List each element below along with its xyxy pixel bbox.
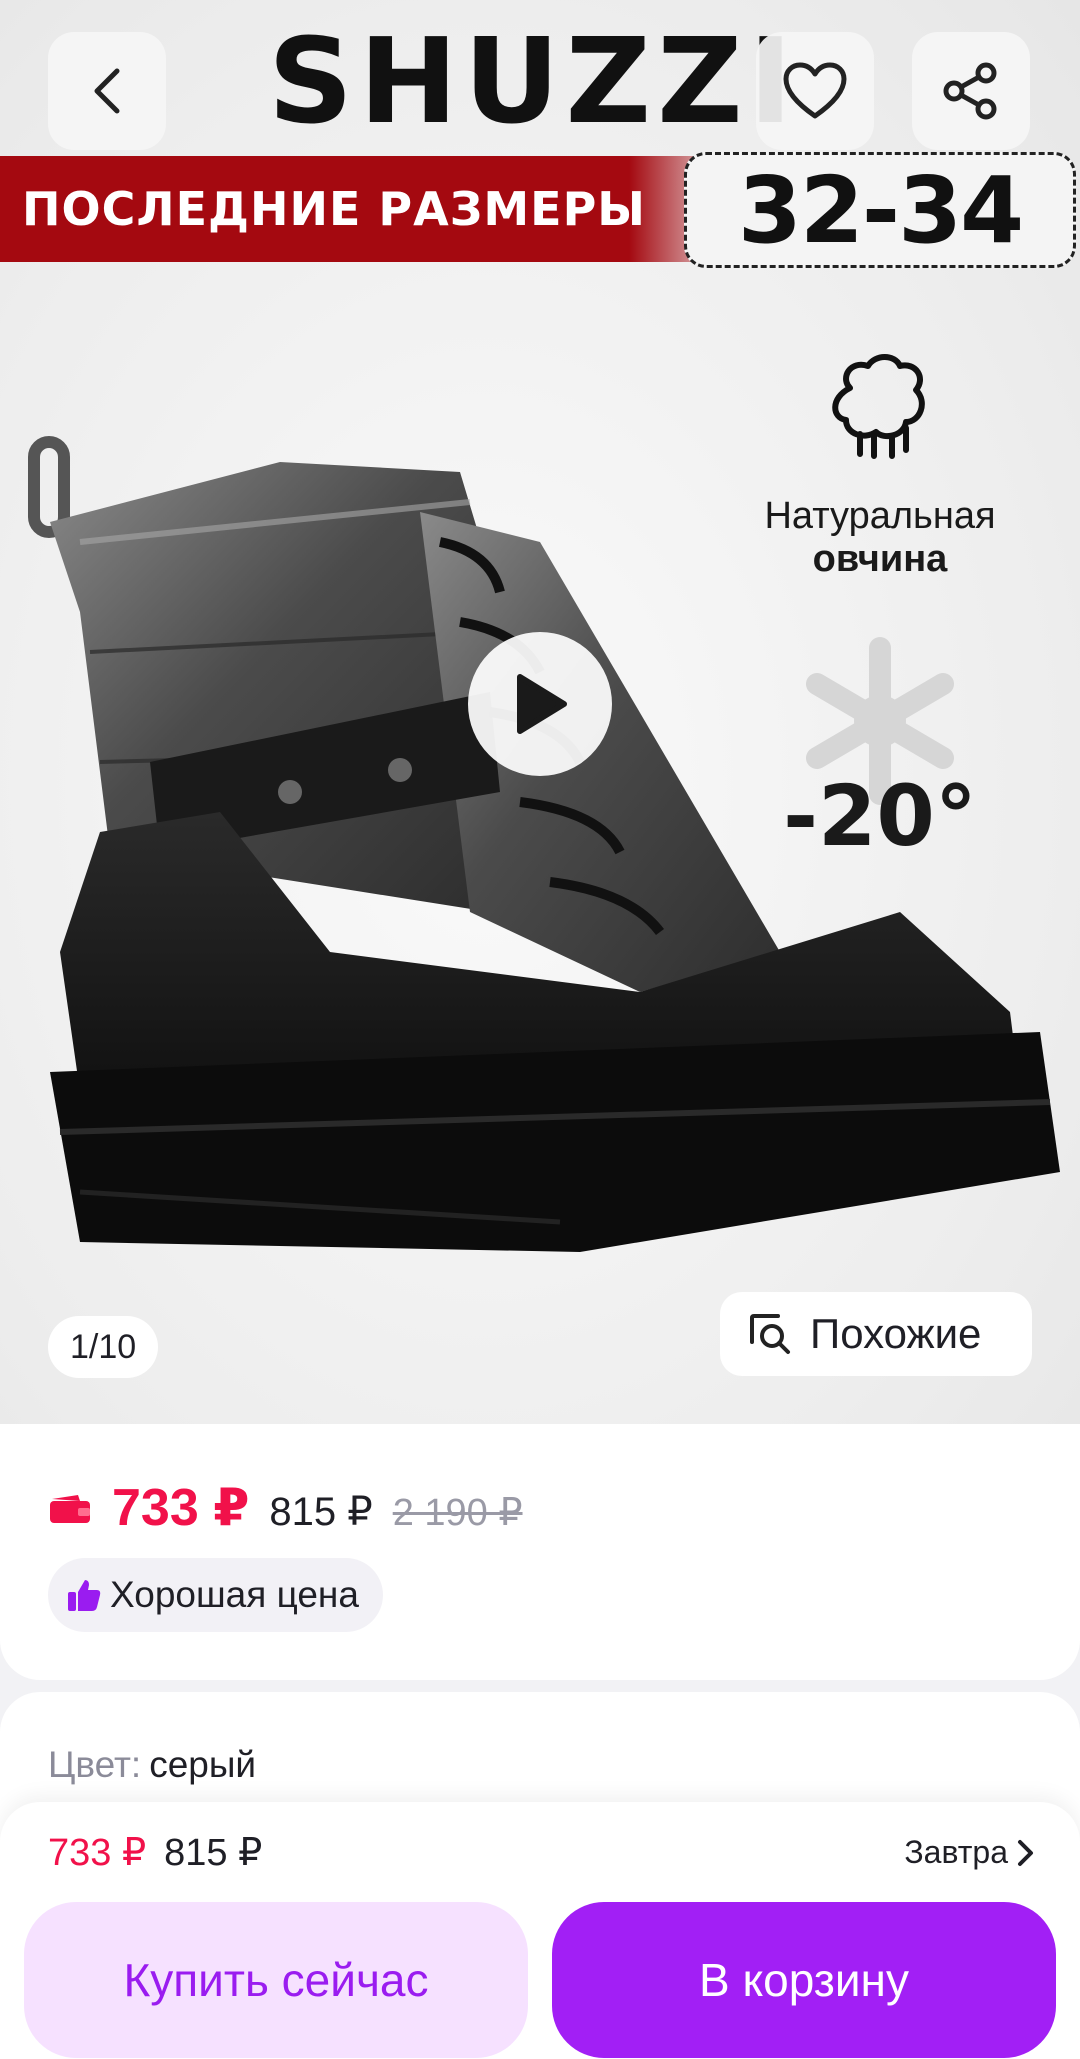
bar-prices: 733 ₽ 815 ₽ <box>48 1830 262 1875</box>
feature-line1: Натуральная <box>764 495 996 537</box>
favorite-button[interactable] <box>756 32 874 150</box>
add-to-cart-label: В корзину <box>699 1954 909 2006</box>
heart-icon <box>783 62 847 119</box>
size-range: 32-34 <box>737 156 1024 264</box>
size-range-badge: 32-34 <box>684 152 1076 268</box>
temperature-label: -20° <box>783 767 977 865</box>
back-button[interactable] <box>48 32 166 150</box>
price-card: 733 ₽ 815 ₽ 2 190 ₽ Хорошая цена <box>0 1424 1080 1680</box>
good-price-badge[interactable]: Хорошая цена <box>48 1558 383 1632</box>
play-video-button[interactable] <box>468 632 612 776</box>
color-value: серый <box>149 1744 257 1785</box>
current-price: 733 ₽ <box>112 1479 250 1537</box>
bar-second-price: 815 ₽ <box>164 1832 263 1874</box>
last-sizes-banner: ПОСЛЕДНИЕ РАЗМЕРЫ <box>0 156 740 262</box>
chevron-right-icon <box>1018 1839 1033 1866</box>
delivery-link[interactable]: Завтра <box>904 1834 1036 1871</box>
thumbs-up-icon <box>68 1580 101 1611</box>
feature-sheepskin: Натуральная овчина <box>720 348 1040 581</box>
image-search-icon <box>750 1314 790 1354</box>
color-row: Цвет: серый <box>48 1744 256 1786</box>
brand-logo: SHUZZI <box>268 12 799 150</box>
buy-now-button[interactable]: Купить сейчас <box>24 1902 528 2058</box>
share-icon <box>943 62 997 120</box>
share-button[interactable] <box>912 32 1030 150</box>
delivery-label: Завтра <box>904 1834 1008 1870</box>
image-counter: 1/10 <box>48 1316 159 1378</box>
back-arrow-icon <box>94 68 120 114</box>
image-counter-label: 1/10 <box>70 1327 137 1366</box>
buy-now-label: Купить сейчас <box>123 1954 429 2006</box>
feature-line2: овчина <box>812 538 948 580</box>
similar-label: Похожие <box>810 1310 982 1357</box>
color-label: Цвет: <box>48 1744 142 1785</box>
price-without-wallet: 815 ₽ <box>269 1490 373 1534</box>
banner-text: ПОСЛЕДНИЕ РАЗМЕРЫ <box>22 182 646 236</box>
add-to-cart-button[interactable]: В корзину <box>552 1902 1056 2058</box>
purchase-bar: 733 ₽ 815 ₽ Завтра Купить сейчас В корзи… <box>0 1802 1080 2059</box>
feature-temperature: -20° <box>720 636 1040 865</box>
price-row: 733 ₽ 815 ₽ 2 190 ₽ <box>48 1478 523 1538</box>
old-price: 2 190 ₽ <box>392 1492 523 1534</box>
play-icon <box>517 674 567 734</box>
good-price-label: Хорошая цена <box>110 1574 359 1615</box>
product-gallery[interactable]: SHUZZI ПОСЛЕДНИЕ РАЗМЕРЫ 32-34 Натуральн… <box>0 0 1080 1424</box>
wallet-icon <box>50 1495 90 1523</box>
similar-button[interactable]: Похожие <box>720 1292 1032 1376</box>
sheep-icon <box>832 354 925 459</box>
bar-current-price: 733 ₽ <box>48 1832 147 1874</box>
